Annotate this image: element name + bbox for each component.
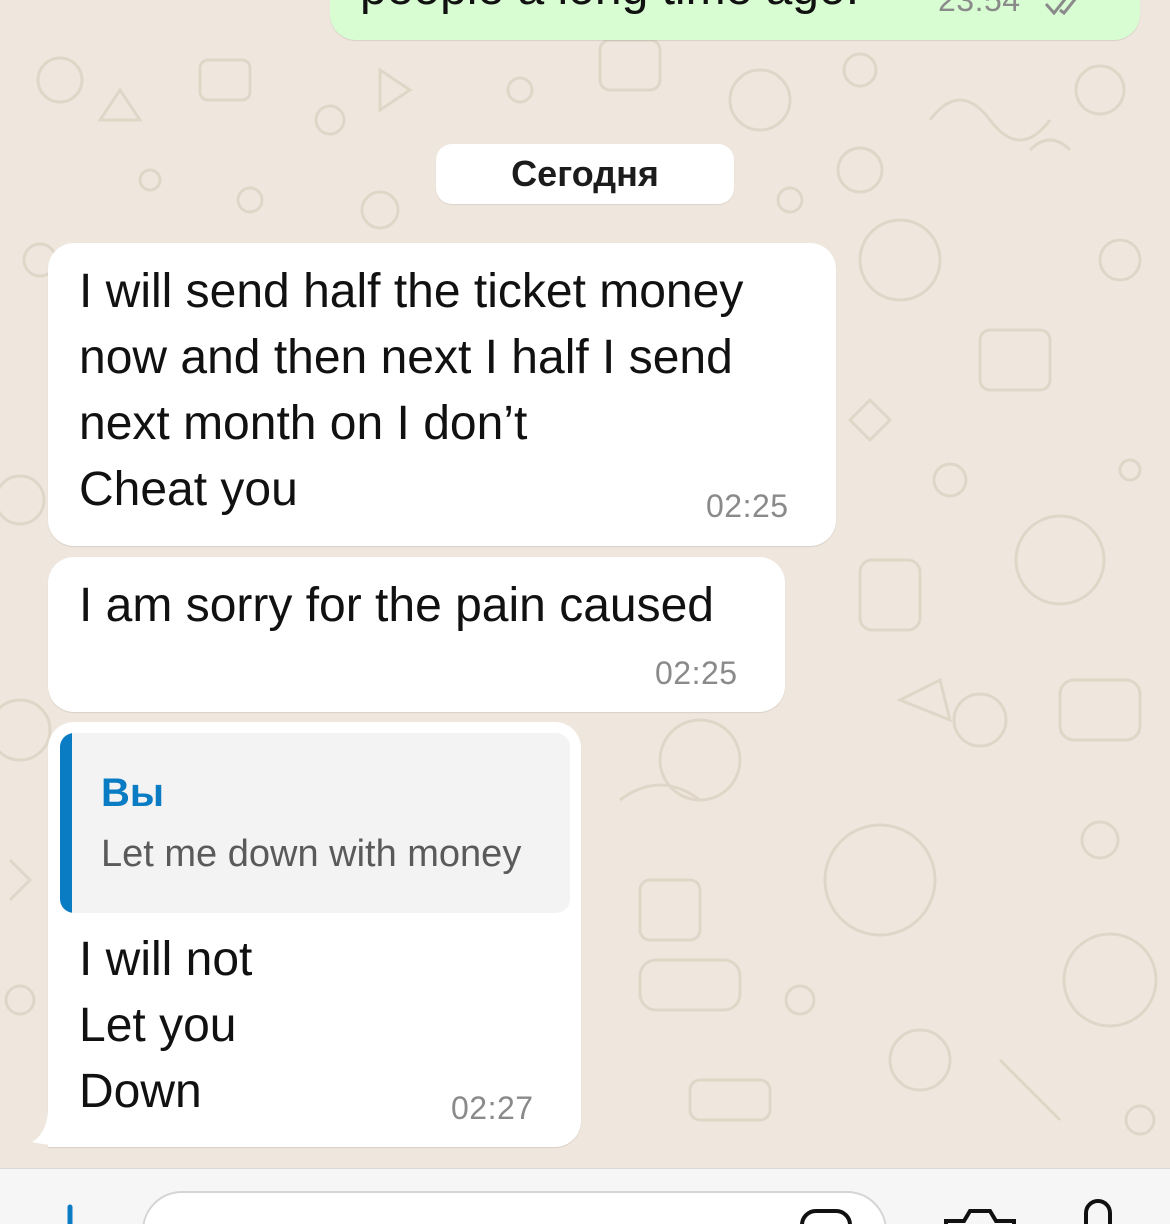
- incoming-message-bubble[interactable]: I am sorry for the pain caused 02:25: [48, 557, 785, 712]
- bubble-tail: [32, 1112, 70, 1146]
- message-time: 02:25: [706, 488, 789, 524]
- message-composer: [0, 1168, 1170, 1224]
- quote-accent-bar: [60, 733, 72, 913]
- quoted-reply[interactable]: Вы Let me down with money: [60, 733, 570, 913]
- incoming-message-bubble[interactable]: I will send half the ticket money now an…: [48, 243, 836, 546]
- plus-icon[interactable]: [40, 1199, 100, 1224]
- message-time: 02:25: [655, 655, 738, 691]
- message-time: 23:54: [938, 0, 1021, 18]
- sticker-icon[interactable]: [796, 1205, 856, 1224]
- chat-background: people a long time ago. 23:54 Сегодня I …: [0, 0, 1170, 1168]
- microphone-icon[interactable]: [1078, 1197, 1118, 1224]
- message-time: 02:27: [451, 1090, 534, 1126]
- double-check-read-icon: [1044, 0, 1077, 16]
- quote-author: Вы: [101, 771, 165, 815]
- message-text: I am sorry for the pain caused: [79, 579, 714, 632]
- message-text: I will send half the ticket money now an…: [79, 265, 744, 516]
- outgoing-message-bubble[interactable]: people a long time ago. 23:54: [330, 0, 1140, 40]
- message-text: people a long time ago.: [360, 0, 859, 22]
- camera-icon[interactable]: [940, 1205, 1020, 1224]
- message-text: I will not Let you Down: [79, 933, 253, 1118]
- date-divider: Сегодня: [436, 144, 734, 204]
- quote-text: Let me down with money: [101, 833, 522, 875]
- message-input[interactable]: [142, 1191, 887, 1224]
